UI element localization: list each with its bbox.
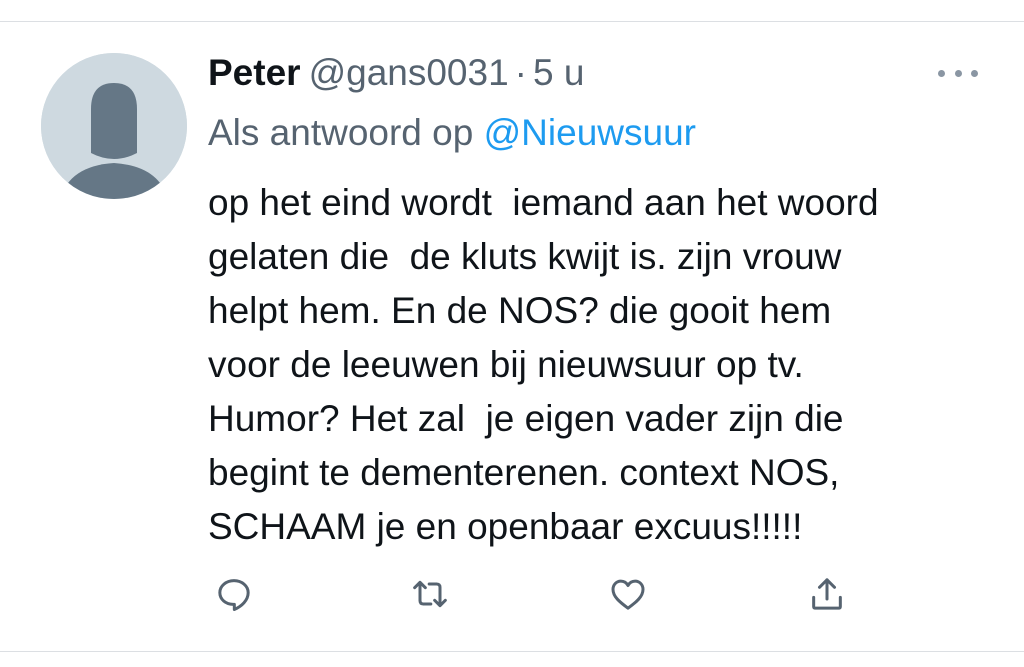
tweet-text-line: helpt hem. En de NOS? die gooit hem (208, 290, 832, 331)
more-options-dot (954, 69, 962, 77)
heart-icon (611, 579, 645, 610)
more-options-button[interactable] (938, 58, 978, 88)
reply-button[interactable] (210, 570, 258, 618)
author-name[interactable]: Peter (208, 52, 301, 93)
more-options-icon (938, 69, 945, 77)
reply-context: Als antwoord op @Nieuwsuur (208, 108, 696, 158)
tweet-actions (0, 570, 1024, 618)
retweet-icon (413, 580, 447, 608)
tweet-text-line: gelaten die de kluts kwijt is. zijn vrou… (208, 236, 842, 277)
header-separator: · (514, 52, 527, 93)
like-button[interactable] (604, 570, 652, 618)
more-options-dot (971, 69, 978, 77)
tweet-text-line: voor de leeuwen bij nieuwsuur op tv. (208, 344, 804, 385)
reply-mention-link[interactable]: @Nieuwsuur (484, 112, 696, 153)
tweet-text-line: op het eind wordt iemand aan het woord (208, 182, 879, 223)
tweet-text-line: SCHAAM je en openbaar excuus!!!!! (208, 506, 803, 547)
avatar[interactable] (41, 53, 187, 199)
tweet-text-line: Humor? Het zal je eigen vader zijn die (208, 398, 844, 439)
bottom-divider (0, 651, 1024, 652)
reply-icon (218, 579, 250, 611)
retweet-button[interactable] (406, 570, 454, 618)
default-avatar-icon (41, 53, 187, 199)
share-button[interactable] (803, 570, 851, 618)
tweet-text: op het eind wordt iemand aan het woord g… (208, 176, 998, 554)
tweet-header: Peter @gans0031 · 5 u (208, 48, 584, 98)
reply-prefix: Als antwoord op (208, 112, 474, 153)
author-handle[interactable]: @gans0031 (309, 52, 509, 93)
tweet-text-line: begint te dementerenen. context NOS, (208, 452, 840, 493)
top-divider (0, 21, 1024, 22)
share-icon (812, 578, 842, 610)
tweet-time[interactable]: 5 u (533, 52, 584, 93)
